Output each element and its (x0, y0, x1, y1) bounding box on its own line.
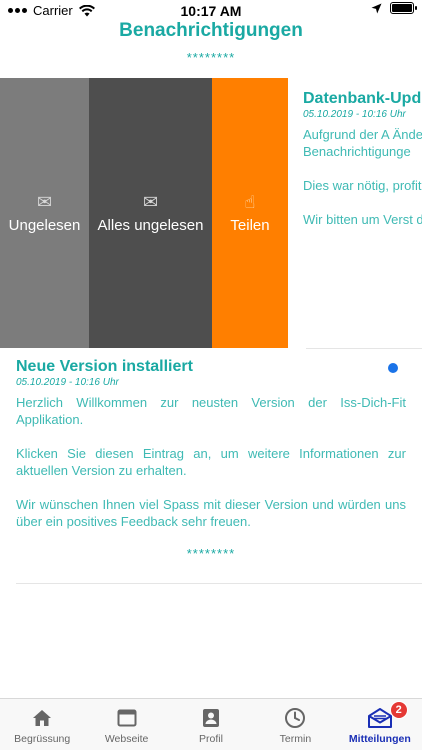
share-button[interactable]: ☝ Teilen (212, 78, 288, 348)
row-divider (306, 348, 422, 349)
notification-title: Neue Version installiert (16, 358, 193, 375)
mail-icon (367, 708, 392, 728)
notification-paragraph: Dies war nötig, profitieren können. (303, 178, 422, 193)
notification-date: 05.10.2019 - 10:16 Uhr (303, 109, 406, 120)
mark-all-unread-button[interactable]: ✉ Alles ungelesen (89, 78, 212, 348)
tab-mitteilungen[interactable]: 2 Mitteilungen (338, 699, 422, 750)
tab-label: Mitteilungen (348, 733, 411, 745)
notification-paragraph: Klicken Sie diesen Eintrag an, um weiter… (16, 446, 406, 478)
header-stars: ******** (186, 50, 236, 65)
row-divider (16, 583, 422, 584)
tab-webseite[interactable]: Webseite (84, 699, 168, 750)
tab-begruessung[interactable]: Begrüssung (0, 699, 84, 750)
notification-paragraph: Herzlich Willkommen zur neusten Version … (16, 395, 406, 427)
notification-body: Aufgrund der A Änderungen in vorgenommen… (303, 126, 422, 228)
battery-icon (390, 2, 417, 14)
page-title: Benachrichtigungen (119, 20, 303, 41)
mark-all-unread-label: Alles ungelesen (97, 216, 204, 234)
notification-stars: ******** (186, 546, 236, 561)
notification-date: 05.10.2019 - 10:16 Uhr (16, 377, 119, 388)
tab-termin[interactable]: Termin (253, 699, 337, 750)
notification-paragraph: Aufgrund der A Änderungen in vorgenommen… (303, 127, 422, 159)
tab-bar: Begrüssung Webseite Profil Termin 2 Mitt… (0, 698, 422, 750)
notification-title: Datenbank-Upd (303, 90, 422, 107)
envelope-icon: ✉ (142, 191, 159, 212)
status-bar-right (371, 2, 417, 14)
tab-label: Webseite (104, 733, 149, 745)
notification-paragraph: Wir wünschen Ihnen viel Spass mit dieser… (16, 497, 406, 529)
notification-count-badge: 2 (389, 701, 408, 719)
tab-label: Begrüssung (14, 733, 71, 745)
swiped-notification-row[interactable]: ✉ Ungelesen ✉ Alles ungelesen ☝ Teilen D… (0, 78, 422, 348)
notification-paragraph: Wir bitten um Verst dieser Version. (303, 212, 422, 227)
hand-pointer-icon: ☝ (244, 191, 256, 212)
notification-body: Herzlich Willkommen zur neusten Version … (16, 394, 406, 530)
mark-unread-button[interactable]: ✉ Ungelesen (0, 78, 89, 348)
browser-window-icon (117, 709, 137, 727)
home-icon (33, 710, 52, 726)
clock-icon (285, 708, 306, 728)
envelope-icon: ✉ (36, 191, 53, 212)
status-bar: Carrier 10:17 AM (0, 0, 422, 22)
mark-unread-label: Ungelesen (8, 216, 81, 234)
tab-label: Profil (199, 733, 223, 745)
tab-profil[interactable]: Profil (169, 699, 253, 750)
profile-card-icon (203, 709, 220, 727)
notification-card[interactable]: Neue Version installiert 05.10.2019 - 10… (16, 358, 406, 547)
location-arrow-icon (371, 3, 382, 13)
tab-label: Termin (279, 733, 312, 745)
notification-card[interactable]: Datenbank-Upd 05.10.2019 - 10:16 Uhr Auf… (303, 78, 422, 245)
share-label: Teilen (230, 216, 270, 234)
status-time: 10:17 AM (180, 3, 242, 19)
unread-indicator (388, 363, 398, 373)
